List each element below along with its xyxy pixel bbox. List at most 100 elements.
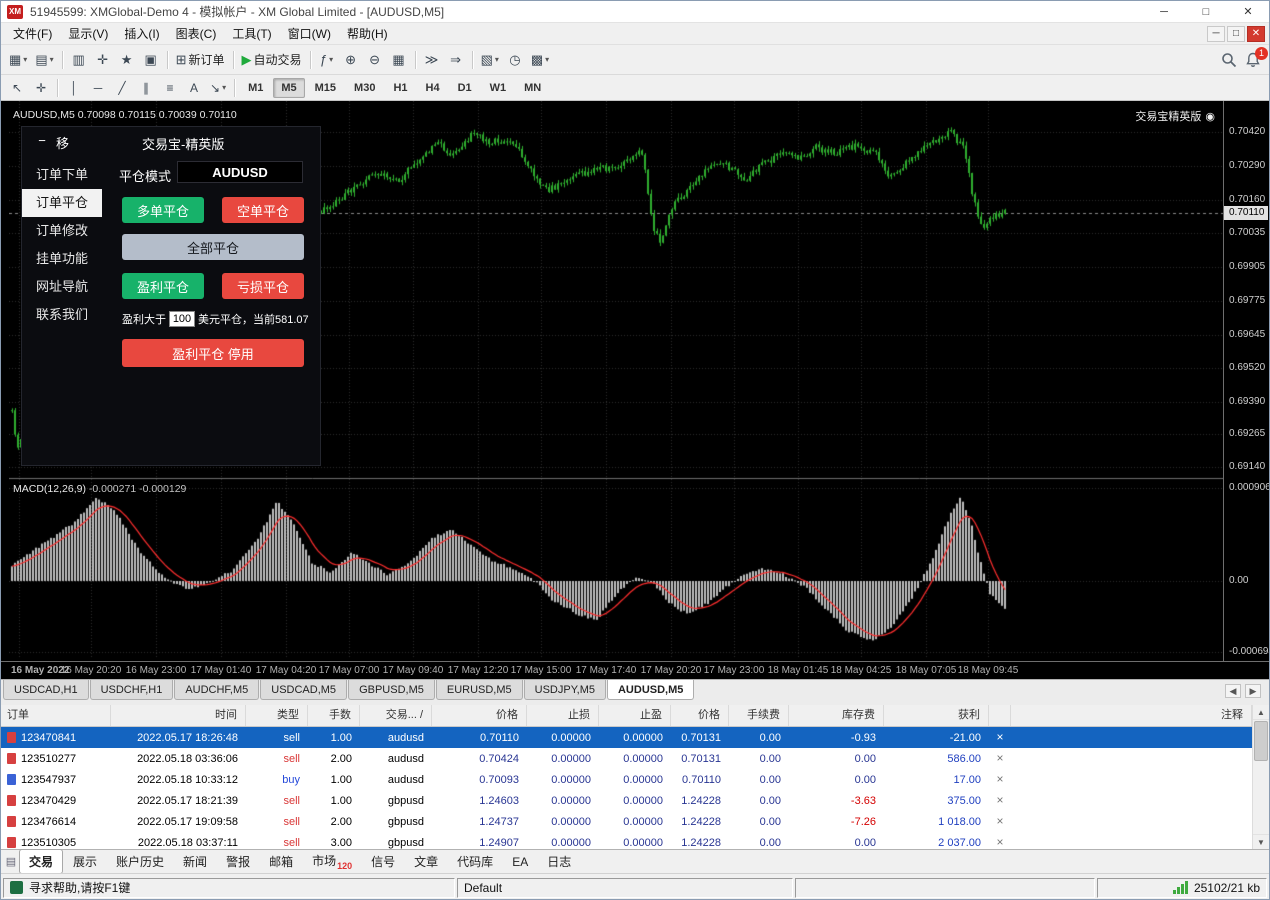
profit-threshold-input[interactable] <box>169 311 195 327</box>
title-bar[interactable]: XM 51945599: XMGlobal-Demo 4 - 模拟帐户 - XM… <box>1 1 1269 23</box>
chart-tab-audchf-m5[interactable]: AUDCHF,M5 <box>174 680 259 700</box>
chart-shift-button[interactable]: ⇒ <box>444 49 468 71</box>
scroll-down-button[interactable]: ▼ <box>1253 834 1269 849</box>
terminal-tab-journal[interactable]: 日志 <box>538 850 580 873</box>
timeframe-h4-button[interactable]: H4 <box>418 78 448 98</box>
col-profit[interactable]: 获利 <box>884 705 989 726</box>
new-chart-button[interactable]: ▦▾ <box>5 49 31 71</box>
chart-tab-usdchf-h1[interactable]: USDCHF,H1 <box>90 680 174 700</box>
timeframe-mn-button[interactable]: MN <box>516 78 549 98</box>
maximize-button[interactable]: □ <box>1185 1 1227 22</box>
table-row[interactable]: 123547937 2022.05.18 10:33:12 buy 1.00 a… <box>1 769 1252 790</box>
col-time[interactable]: 时间 <box>111 705 246 726</box>
timeframe-d1-button[interactable]: D1 <box>450 78 480 98</box>
terminal-tab-trade[interactable]: 交易 <box>19 849 63 874</box>
terminal-handle-icon[interactable]: ▤ <box>3 854 19 870</box>
col-lots[interactable]: 手数 <box>308 705 360 726</box>
terminal-tab-experts[interactable]: EA <box>503 852 537 872</box>
close-order-button[interactable]: × <box>989 816 1011 827</box>
navigator-button[interactable]: ★ <box>115 49 139 71</box>
col-tp[interactable]: 止盈 <box>599 705 671 726</box>
close-short-button[interactable]: 空单平仓 <box>222 197 304 223</box>
auto-scroll-button[interactable]: ≫ <box>420 49 444 71</box>
trendline-button[interactable]: ╱ <box>110 77 134 99</box>
crosshair-button[interactable]: ✛ <box>29 77 53 99</box>
close-order-button[interactable]: × <box>989 753 1011 764</box>
new-order-button[interactable]: ⊞新订单 <box>172 49 229 71</box>
time-axis[interactable]: 16 May 202216 May 20:2016 May 23:0017 Ma… <box>9 662 1223 679</box>
chart-tab-audusd-m5[interactable]: AUDUSD,M5 <box>607 680 694 700</box>
panel-nav-contact[interactable]: 联系我们 <box>22 301 102 329</box>
panel-nav-place-order[interactable]: 订单下单 <box>22 161 102 189</box>
panel-nav-close-order[interactable]: 订单平仓 <box>22 189 102 217</box>
close-all-button[interactable]: 全部平仓 <box>122 234 304 260</box>
close-order-button[interactable]: × <box>989 774 1011 785</box>
timeframe-m15-button[interactable]: M15 <box>307 78 344 98</box>
menu-file[interactable]: 文件(F) <box>5 23 60 44</box>
chart-tab-gbpusd-m5[interactable]: GBPUSD,M5 <box>348 680 435 700</box>
panel-symbol-select[interactable]: AUDUSD <box>177 161 303 183</box>
minimize-button[interactable]: ─ <box>1143 1 1185 22</box>
close-order-button[interactable]: × <box>989 732 1011 743</box>
col-swap[interactable]: 库存费 <box>789 705 884 726</box>
close-order-button[interactable]: × <box>989 837 1011 848</box>
status-connection[interactable]: 25102/21 kb <box>1097 878 1267 898</box>
col-type[interactable]: 类型 <box>246 705 308 726</box>
text-tool-button[interactable]: A <box>182 77 206 99</box>
panel-nav-modify-order[interactable]: 订单修改 <box>22 217 102 245</box>
indic ators-button[interactable]: ƒ▾ <box>315 49 339 71</box>
orders-scrollbar[interactable]: ▲ ▼ <box>1252 705 1269 849</box>
mdi-minimize-button[interactable]: ─ <box>1207 26 1225 42</box>
terminal-tab-mailbox[interactable]: 邮箱 <box>260 850 302 873</box>
templates-button[interactable]: ▧▾ <box>477 49 503 71</box>
col-commission[interactable]: 手续费 <box>729 705 789 726</box>
col-price[interactable]: 价格 <box>432 705 527 726</box>
timeframe-m5-button[interactable]: M5 <box>273 78 304 98</box>
terminal-tab-news[interactable]: 新闻 <box>174 850 216 873</box>
col-comment[interactable]: 注释 <box>1011 705 1252 726</box>
timeframe-w1-button[interactable]: W1 <box>482 78 515 98</box>
table-row[interactable]: 123470841 2022.05.17 18:26:48 sell 1.00 … <box>1 727 1252 748</box>
arrows-tool-button[interactable]: ↘▾ <box>206 77 230 99</box>
table-row[interactable]: 123510305 2022.05.18 03:37:11 sell 3.00 … <box>1 832 1252 849</box>
terminal-tab-articles[interactable]: 文章 <box>405 850 447 873</box>
terminal-tab-alerts[interactable]: 警报 <box>217 850 259 873</box>
terminal-tab-market[interactable]: 市场120 <box>303 849 361 873</box>
terminal-button[interactable]: ▣ <box>139 49 163 71</box>
chart-tab-usdcad-m5[interactable]: USDCAD,M5 <box>260 680 347 700</box>
menu-window[interactable]: 窗口(W) <box>280 23 339 44</box>
scrollbar-thumb[interactable] <box>1254 721 1268 761</box>
table-row[interactable]: 123476614 2022.05.17 19:09:58 sell 2.00 … <box>1 811 1252 832</box>
status-profile[interactable]: Default <box>457 878 793 898</box>
scroll-up-button[interactable]: ▲ <box>1253 705 1269 720</box>
menu-tools[interactable]: 工具(T) <box>224 23 279 44</box>
price-axis[interactable]: 0.704200.702900.701600.700350.699050.697… <box>1223 101 1269 661</box>
timeframe-h1-button[interactable]: H1 <box>385 78 415 98</box>
close-losing-button[interactable]: 亏损平仓 <box>222 273 304 299</box>
close-profitable-button[interactable]: 盈利平仓 <box>122 273 204 299</box>
menu-view[interactable]: 显示(V) <box>60 23 116 44</box>
terminal-tab-code-base[interactable]: 代码库 <box>448 850 502 873</box>
close-button[interactable]: ✕ <box>1227 1 1269 22</box>
timeframe-m1-button[interactable]: M1 <box>240 78 271 98</box>
terminal-tab-account-history[interactable]: 账户历史 <box>107 850 173 873</box>
table-row[interactable]: 123470429 2022.05.17 18:21:39 sell 1.00 … <box>1 790 1252 811</box>
panel-move-handle[interactable]: 移 <box>56 133 69 152</box>
fibonacci-button[interactable]: ≡ <box>158 77 182 99</box>
tile-windows-button[interactable]: ▦ <box>387 49 411 71</box>
close-order-button[interactable]: × <box>989 795 1011 806</box>
menu-help[interactable]: 帮助(H) <box>339 23 396 44</box>
chart-tab-usdcad-h1[interactable]: USDCAD,H1 <box>3 680 89 700</box>
chart-tab-eurusd-m5[interactable]: EURUSD,M5 <box>436 680 523 700</box>
terminal-tab-exposure[interactable]: 展示 <box>64 850 106 873</box>
panel-minimize-button[interactable]: − <box>34 132 50 148</box>
cursor-button[interactable]: ↖ <box>5 77 29 99</box>
chart-tab-usdjpy-m5[interactable]: USDJPY,M5 <box>524 680 606 700</box>
chart-tabs-scroll-left-button[interactable]: ◀ <box>1225 684 1241 698</box>
horizontal-line-button[interactable]: ─ <box>86 77 110 99</box>
col-symbol[interactable]: 交易... / <box>360 705 432 726</box>
channel-button[interactable]: ∥ <box>134 77 158 99</box>
panel-nav-pending-order[interactable]: 挂单功能 <box>22 245 102 273</box>
vertical-line-button[interactable]: │ <box>62 77 86 99</box>
market-watch-button[interactable]: ▥ <box>67 49 91 71</box>
